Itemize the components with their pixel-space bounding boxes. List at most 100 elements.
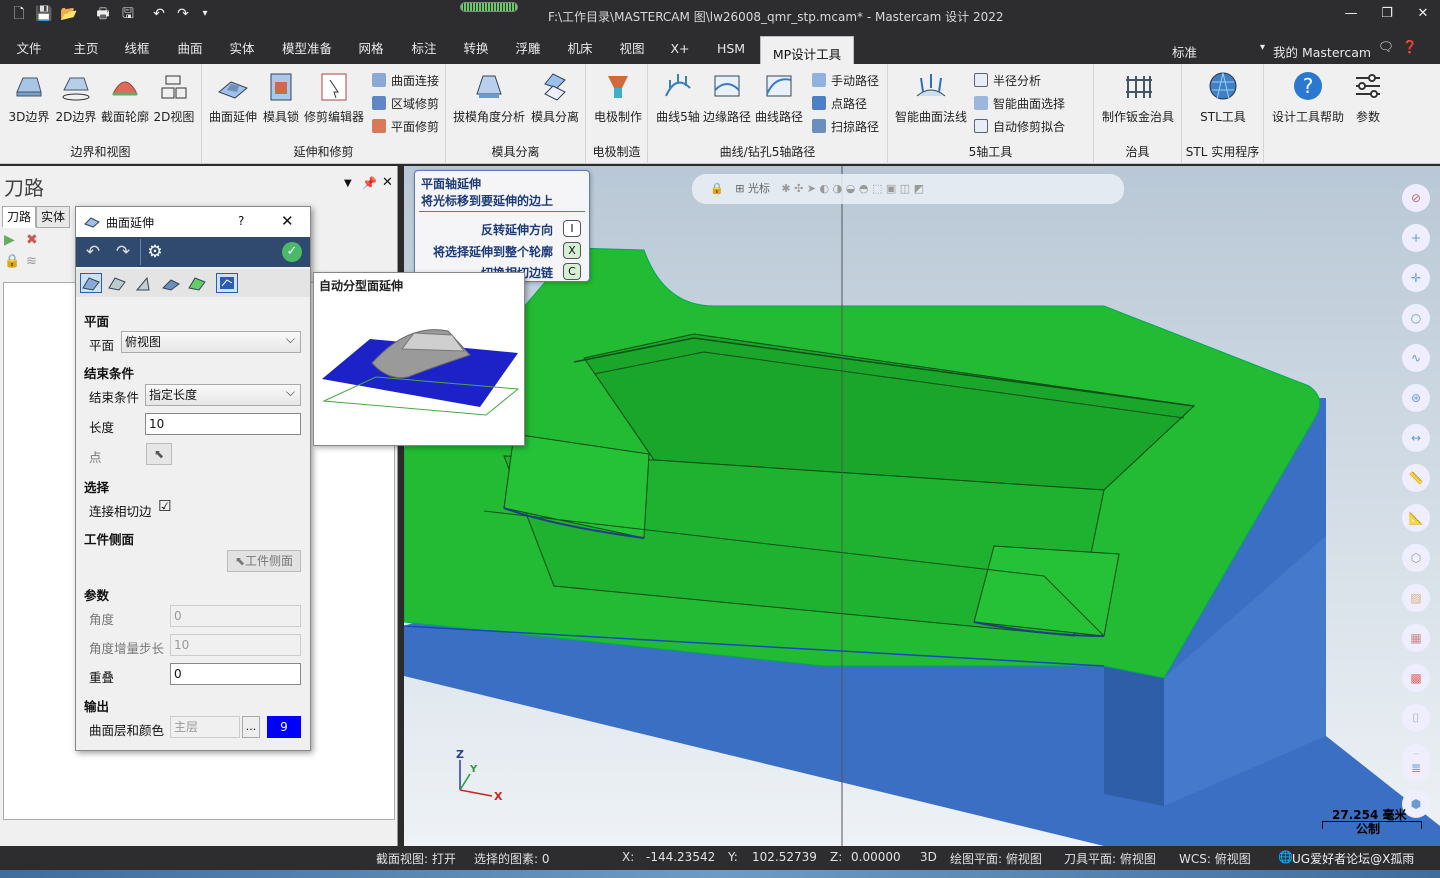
wcs-status[interactable]: WCS: 俯视图 <box>1179 850 1251 867</box>
open-icon[interactable]: 📂 <box>60 5 78 23</box>
tab-drafting[interactable]: 标注 <box>404 30 444 64</box>
manual-path-button[interactable]: 手动路径 <box>812 72 879 89</box>
bracket-icon[interactable]: ⌷ <box>1402 704 1430 732</box>
tab-transform[interactable]: 转换 <box>456 30 496 64</box>
point-select-button[interactable]: ⬉ <box>146 443 172 465</box>
color-swatch[interactable]: 9 <box>267 716 301 738</box>
dimension-icon[interactable]: ↔ <box>1402 424 1430 452</box>
cursor-mode-label[interactable]: 光标 <box>748 182 770 195</box>
overlap-input[interactable]: 0 <box>170 663 301 685</box>
end-condition-select[interactable]: 指定长度 <box>145 382 301 406</box>
smart-surface-normal-button[interactable]: 智能曲面法线 <box>892 70 970 125</box>
pin-icon[interactable]: 📌 <box>362 176 377 190</box>
angle-input[interactable]: 0 <box>170 605 301 627</box>
toolbar-placeholder-icons[interactable]: ✱ ✣ ➤ ◐ ◑ ◒ ◓ ⬚ ▣ ◫ ◩ <box>781 182 924 195</box>
save-icon[interactable]: 💾 <box>35 5 53 23</box>
key-i[interactable]: I <box>563 220 581 237</box>
tab-file[interactable]: 文件 <box>8 30 50 64</box>
layers-icon[interactable]: ≣ <box>1402 754 1430 782</box>
draft-angle-analysis-button[interactable]: 拔模角度分析 <box>452 70 526 125</box>
plane-trim-button[interactable]: 平面修剪 <box>372 118 439 135</box>
close-icon[interactable]: ✕ <box>1408 4 1438 24</box>
3d-mode-toggle[interactable]: 3D <box>920 850 937 864</box>
chain-tangent-checkbox[interactable]: ☑ <box>158 497 171 515</box>
tab-mp-design-tools[interactable]: MP设计工具 <box>760 36 854 64</box>
panel-menu-icon[interactable]: ▼ <box>344 178 352 189</box>
lock-icon[interactable]: 🔒 <box>4 254 20 269</box>
feedback-icon[interactable]: 🗨 <box>1378 39 1394 55</box>
chevron-down-icon[interactable]: ▾ <box>1260 42 1265 53</box>
mold-lock-button[interactable]: 模具锁 <box>260 70 302 125</box>
lock-toolbar-icon[interactable]: 🔒 <box>710 182 724 195</box>
restore-icon[interactable]: ❐ <box>1372 4 1402 24</box>
tab-xplus[interactable]: X+ <box>664 30 696 64</box>
surface-connect-button[interactable]: 曲面连接 <box>372 72 439 89</box>
spline-icon[interactable]: ∿ <box>1402 344 1430 372</box>
plus-icon[interactable]: + <box>1402 224 1430 252</box>
radius-analysis-button[interactable]: 半径分析 <box>974 72 1041 89</box>
redo-icon[interactable]: ↷ <box>174 5 192 23</box>
trim-editor-button[interactable]: 修剪编辑器 <box>302 70 366 125</box>
dialog-undo-icon[interactable]: ↶ <box>82 241 104 263</box>
auto-trim-fit-button[interactable]: 自动修剪拟合 <box>974 118 1065 135</box>
point-icon[interactable]: ✛ <box>1402 264 1430 292</box>
tab-machine[interactable]: 机床 <box>560 30 600 64</box>
mode-plane-axis-icon[interactable] <box>80 273 102 293</box>
tab-hsm[interactable]: HSM <box>708 30 754 64</box>
curve-path-button[interactable]: 曲线路径 <box>754 70 804 125</box>
edge-path-button[interactable]: 边缘路径 <box>702 70 752 125</box>
extend-to-contour-option[interactable]: 将选择延伸到整个轮廓 <box>433 243 553 260</box>
panel-close-icon[interactable]: ✕ <box>382 175 393 190</box>
electrode-make-button[interactable]: 电极制作 <box>592 70 644 125</box>
2d-view-button[interactable]: 2D视图 <box>152 70 196 125</box>
cube-icon[interactable]: ⬡ <box>1402 544 1430 572</box>
smart-surface-select-button[interactable]: 智能曲面选择 <box>974 95 1065 112</box>
stl-tools-button[interactable]: STL工具 <box>1188 70 1258 125</box>
color-icon[interactable]: ▦ <box>1402 624 1430 652</box>
dialog-ok-icon[interactable]: ✓ <box>282 242 302 262</box>
reverse-direction-option[interactable]: 反转延伸方向 <box>481 221 553 238</box>
tab-solids-panel[interactable]: 实体 <box>36 206 71 228</box>
customize-chevron-icon[interactable]: ▾ <box>196 5 214 23</box>
3d-boundary-button[interactable]: 3D边界 <box>6 70 52 125</box>
mode-linear-icon[interactable] <box>106 273 128 293</box>
color2-icon[interactable]: ▩ <box>1402 664 1430 692</box>
design-tools-help-button[interactable]: ? 设计工具帮助 <box>1268 70 1348 125</box>
layer-browse-button[interactable]: ... <box>242 716 260 738</box>
mode-auto-parting-icon[interactable] <box>216 273 238 293</box>
ruler-icon[interactable]: 📏 <box>1402 464 1430 492</box>
mode-draft-icon[interactable] <box>132 273 154 293</box>
sheet-metal-fixture-button[interactable]: 制作钣金治具 <box>1100 70 1176 125</box>
sweep-path-button[interactable]: 扫掠路径 <box>812 118 879 135</box>
surface-extend-button[interactable]: 曲面延伸 <box>206 70 260 125</box>
tab-relief[interactable]: 浮雕 <box>508 30 548 64</box>
mold-split-button[interactable]: 模具分离 <box>528 70 582 125</box>
plane-select[interactable]: 俯视图 <box>121 329 301 353</box>
minimize-icon[interactable]: — <box>1336 4 1366 24</box>
no-entry-icon[interactable]: ⊘ <box>1402 184 1430 212</box>
ruler2-icon[interactable]: 📐 <box>1402 504 1430 532</box>
dialog-redo-icon[interactable]: ↷ <box>112 241 134 263</box>
circle-icon[interactable]: ○ <box>1402 304 1430 332</box>
tab-mesh[interactable]: 网格 <box>350 30 392 64</box>
select-all-icon[interactable]: ▶ <box>4 232 15 248</box>
tab-view[interactable]: 视图 <box>612 30 652 64</box>
layer-input[interactable]: 主层 <box>170 716 240 738</box>
tab-home[interactable]: 主页 <box>66 30 106 64</box>
section-view-status[interactable]: 截面视图: 打开 <box>376 850 456 867</box>
standard-dropdown[interactable]: 标准 <box>1172 42 1197 61</box>
my-mastercam-menu[interactable]: 我的 Mastercam <box>1273 42 1371 61</box>
tab-surfaces[interactable]: 曲面 <box>170 30 210 64</box>
key-x[interactable]: X <box>563 242 581 259</box>
save-as-icon[interactable]: 🖫 <box>119 5 137 23</box>
box-icon[interactable]: ▨ <box>1402 584 1430 612</box>
print-icon[interactable]: 🖶 <box>94 5 112 23</box>
analyze-icon[interactable]: ⊛ <box>1402 384 1430 412</box>
dialog-close-icon[interactable]: ✕ <box>281 212 294 230</box>
draw-plane-status[interactable]: 绘图平面: 俯视图 <box>950 850 1042 867</box>
angle-step-input[interactable]: 10 <box>170 634 301 656</box>
tab-model-prep[interactable]: 模型准备 <box>276 30 338 64</box>
dialog-settings-icon[interactable]: ⚙ <box>144 241 166 263</box>
tab-solids[interactable]: 实体 <box>222 30 262 64</box>
region-trim-button[interactable]: 区域修剪 <box>372 95 439 112</box>
